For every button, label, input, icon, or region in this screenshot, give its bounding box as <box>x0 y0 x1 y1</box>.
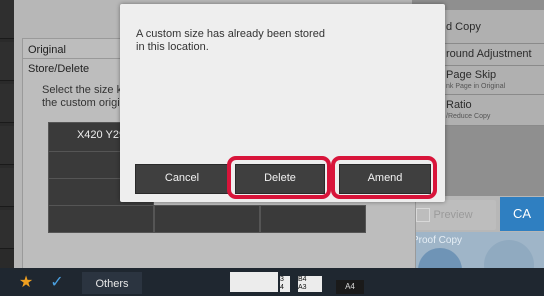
dialog-message: A custom size has already been stored in… <box>136 28 396 54</box>
divider <box>22 58 122 59</box>
custom-size-slot[interactable] <box>260 205 366 233</box>
ca-button[interactable]: CA <box>500 197 544 231</box>
tray-number: 4 <box>280 284 284 291</box>
menu-item-sub: nk Page in Original <box>446 83 506 90</box>
panel-subtitle: Store/Delete <box>28 63 90 75</box>
menu-item-label: d Copy <box>446 21 481 33</box>
dialog-message-line: A custom size has already been stored <box>136 28 325 40</box>
paper-size-indicator: A4 <box>336 280 364 294</box>
favorite-star-icon[interactable]: ★ <box>12 272 40 294</box>
tray-size: A3 <box>298 284 307 291</box>
tray-number: 3 <box>280 276 284 283</box>
custom-size-slot[interactable] <box>154 205 260 233</box>
check-icon[interactable]: ✓ <box>42 272 72 294</box>
others-button[interactable]: Others <box>82 272 142 294</box>
menu-item-sub: /Reduce Copy <box>446 113 491 120</box>
instruction-line: the custom origi <box>42 97 120 109</box>
panel-title: Original <box>28 44 66 56</box>
left-key[interactable] <box>0 126 14 165</box>
custom-size-slot[interactable] <box>48 205 154 233</box>
left-key[interactable] <box>0 0 14 39</box>
preview-button[interactable]: Preview <box>410 200 496 230</box>
menu-item-label: Page Skip <box>446 69 497 81</box>
left-key[interactable] <box>0 168 14 207</box>
menu-item-label: round Adjustment <box>446 48 532 60</box>
delete-button[interactable]: Delete <box>235 164 325 194</box>
proof-copy-label: Proof Copy <box>412 235 463 246</box>
left-key-strip <box>0 0 14 268</box>
dialog-message-line: in this location. <box>136 41 209 53</box>
menu-item-label: Ratio <box>446 99 472 111</box>
tray-sizes: B4 A3 <box>298 276 322 292</box>
cancel-button[interactable]: Cancel <box>135 164 229 194</box>
left-key[interactable] <box>0 210 14 249</box>
left-key[interactable] <box>0 84 14 123</box>
amend-button[interactable]: Amend <box>339 164 431 194</box>
preview-icon <box>416 208 430 222</box>
instruction-line: Select the size k <box>42 84 123 96</box>
tray-size: B4 <box>298 276 307 283</box>
tray-graphic <box>230 272 278 292</box>
left-key[interactable] <box>0 42 14 81</box>
panel-instruction: Select the size k the custom origi <box>42 84 122 110</box>
tray-numbers: 3 4 <box>280 276 290 292</box>
preview-label: Preview <box>433 209 473 221</box>
